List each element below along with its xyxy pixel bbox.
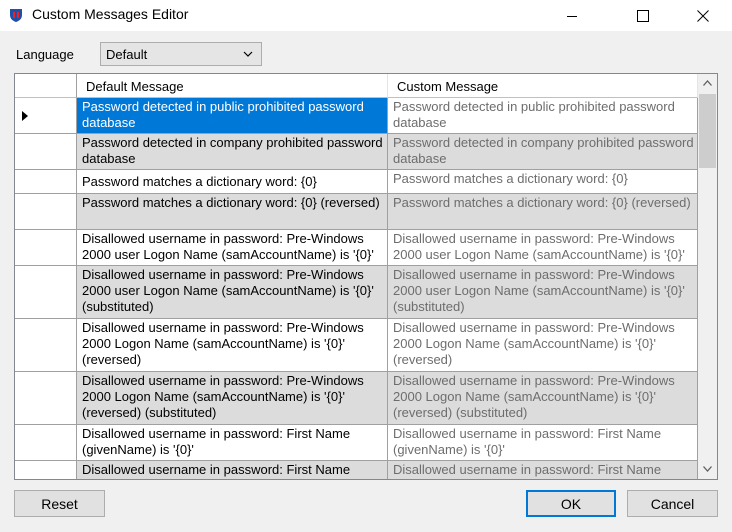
default-message-cell[interactable]: Disallowed username in password: Pre-Win… [77,266,388,319]
custom-message-cell[interactable]: Disallowed username in password: Pre-Win… [388,230,698,266]
custom-message-cell[interactable]: Disallowed username in password: First N… [388,425,698,461]
close-button[interactable] [680,0,726,31]
row-header[interactable] [15,194,77,230]
custom-message-cell[interactable]: Disallowed username in password: First N… [388,461,698,479]
custom-message-cell[interactable]: Password matches a dictionary word: {0} … [388,194,698,230]
default-message-cell[interactable]: Password matches a dictionary word: {0} … [77,194,388,230]
language-dropdown[interactable]: Default [100,42,262,66]
row-header[interactable] [15,266,77,319]
default-message-cell[interactable]: Password detected in public prohibited p… [77,98,388,134]
row-header[interactable] [15,230,77,266]
scroll-up-arrow-icon[interactable] [703,80,712,86]
row-header[interactable] [15,170,77,194]
scroll-down-arrow-icon[interactable] [703,466,712,472]
default-message-cell[interactable]: Disallowed username in password: First N… [77,425,388,461]
row-header[interactable] [15,372,77,425]
maximize-icon [637,9,649,22]
vertical-scrollbar[interactable] [698,74,717,479]
row-header[interactable] [15,461,77,479]
scrollbar-thumb[interactable] [699,94,716,168]
custom-message-cell[interactable]: Password detected in public prohibited p… [388,98,698,134]
language-label: Language [16,47,74,62]
row-header[interactable] [15,319,77,372]
app-shield-icon [10,9,22,22]
ok-button[interactable]: OK [526,490,616,517]
cancel-button[interactable]: Cancel [627,490,718,517]
row-header[interactable] [15,425,77,461]
custom-message-cell[interactable]: Password matches a dictionary word: {0} [388,170,698,194]
current-row-arrow-icon [22,111,28,121]
row-header[interactable] [15,134,77,170]
custom-message-cell[interactable]: Disallowed username in password: Pre-Win… [388,372,698,425]
chevron-down-icon [243,51,253,57]
close-icon [697,9,709,22]
reset-button[interactable]: Reset [14,490,105,517]
custom-message-cell[interactable]: Password detected in company prohibited … [388,134,698,170]
messages-grid[interactable]: Default Message Custom Message Password … [14,73,718,480]
column-header-default-message[interactable]: Default Message [77,74,388,98]
row-header[interactable] [15,98,77,134]
default-message-cell[interactable]: Disallowed username in password: Pre-Win… [77,319,388,372]
custom-message-cell[interactable]: Disallowed username in password: Pre-Win… [388,319,698,372]
minimize-icon [567,15,577,17]
window-title: Custom Messages Editor [32,6,189,22]
title-bar: Custom Messages Editor [0,0,732,31]
row-header-corner [15,74,77,98]
default-message-cell[interactable]: Disallowed username in password: Pre-Win… [77,230,388,266]
language-selected-value: Default [106,47,148,62]
default-message-cell[interactable]: Password matches a dictionary word: {0} [77,170,388,194]
maximize-button[interactable] [620,0,666,31]
default-message-cell[interactable]: Disallowed username in password: Pre-Win… [77,372,388,425]
custom-message-cell[interactable]: Disallowed username in password: Pre-Win… [388,266,698,319]
minimize-button[interactable] [549,0,595,31]
default-message-cell[interactable]: Password detected in company prohibited … [77,134,388,170]
column-header-custom-message[interactable]: Custom Message [388,74,698,98]
default-message-cell[interactable]: Disallowed username in password: First N… [77,461,388,479]
